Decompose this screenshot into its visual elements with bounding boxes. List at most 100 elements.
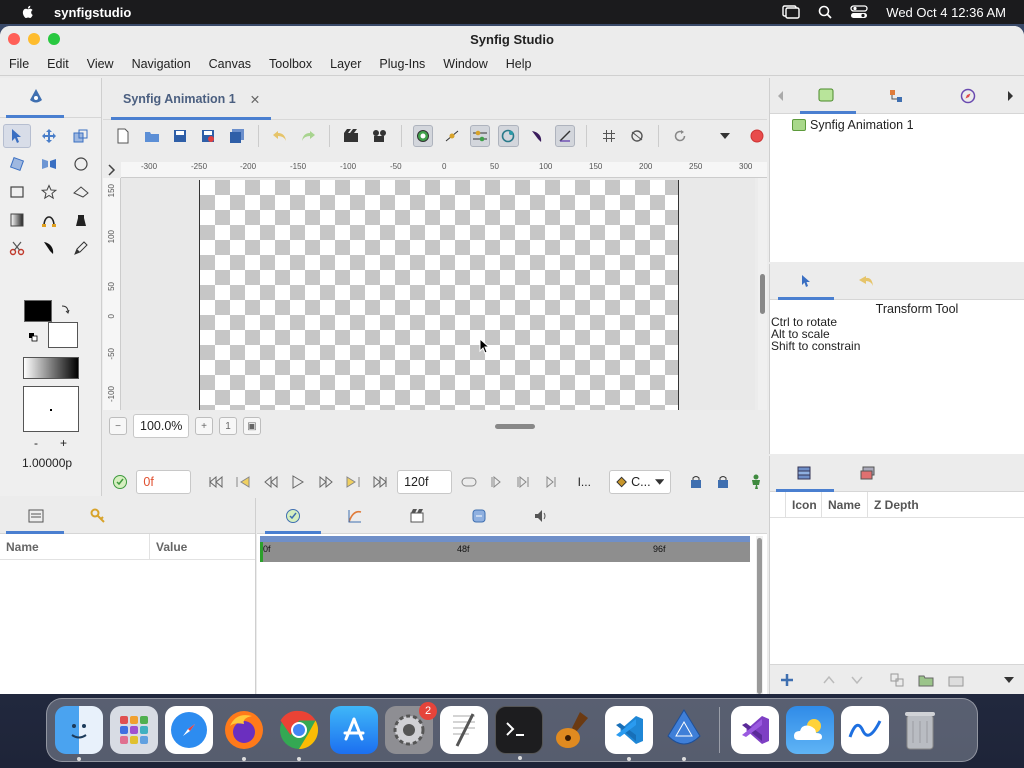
canvas-browser-tab-icon[interactable] <box>818 88 834 102</box>
play-icon[interactable] <box>287 471 308 493</box>
preview-icon[interactable] <box>370 125 390 147</box>
canvas-vertical-scrollbar[interactable] <box>758 178 767 410</box>
speaker-tab-icon[interactable] <box>533 508 549 524</box>
scrollbar-thumb[interactable] <box>757 538 762 694</box>
toggle-grid-icon[interactable] <box>598 125 618 147</box>
more-actions-dropdown-icon[interactable] <box>1004 676 1014 683</box>
save-icon[interactable] <box>170 125 190 147</box>
current-time-field[interactable]: 0f <box>136 470 192 494</box>
lock-past-keyframes-icon[interactable] <box>685 471 706 493</box>
close-document-icon[interactable]: ✕ <box>250 92 260 107</box>
canvas-image-area[interactable] <box>199 180 679 410</box>
screen-mirroring-icon[interactable] <box>782 5 800 19</box>
column-icon[interactable]: Icon <box>786 491 822 518</box>
refresh-icon[interactable] <box>670 125 690 147</box>
next-frame-icon[interactable] <box>315 471 336 493</box>
weather-icon[interactable] <box>786 706 834 754</box>
active-app-name[interactable]: synfigstudio <box>54 5 131 20</box>
trash-icon[interactable] <box>896 706 944 754</box>
menu-canvas[interactable]: Canvas <box>200 57 260 71</box>
menu-view[interactable]: View <box>78 57 123 71</box>
column-value[interactable]: Value <box>150 534 187 560</box>
toggle-onion-skin-icon[interactable] <box>627 125 647 147</box>
encapsulate-layer-icon[interactable] <box>948 673 964 687</box>
star-tool-icon[interactable] <box>35 180 63 204</box>
lock-future-keyframes-icon[interactable] <box>712 471 733 493</box>
firefox-icon[interactable] <box>220 706 268 761</box>
tool-options-tab-icon[interactable] <box>800 274 812 288</box>
navigator-tab-icon[interactable] <box>960 88 976 104</box>
library-tab-icon[interactable] <box>888 88 904 104</box>
sketch-tool-icon[interactable] <box>67 236 95 260</box>
system-settings-icon[interactable]: 2 <box>385 702 437 754</box>
timetrack-tab-icon[interactable] <box>285 508 301 524</box>
seek-begin-icon[interactable] <box>205 471 226 493</box>
loop-icon[interactable] <box>458 471 479 493</box>
outline-color-swatch[interactable] <box>24 300 52 322</box>
brush-size-preview[interactable] <box>23 386 79 432</box>
show-width-ducks-icon[interactable] <box>527 125 547 147</box>
launchpad-icon[interactable] <box>110 706 158 754</box>
save-all-icon[interactable] <box>226 125 246 147</box>
zoom-window-button[interactable] <box>48 33 60 45</box>
zoom-out-button[interactable]: − <box>109 417 127 435</box>
polygon-tool-icon[interactable] <box>67 180 95 204</box>
undo-icon[interactable] <box>270 125 290 147</box>
bounds-mid-icon[interactable] <box>513 471 534 493</box>
draw-tool-icon[interactable] <box>35 236 63 260</box>
control-center-icon[interactable] <box>850 5 868 19</box>
rotate-tool-icon[interactable] <box>3 152 31 176</box>
prev-keyframe-icon[interactable] <box>233 471 254 493</box>
raise-layer-icon[interactable] <box>822 673 836 687</box>
spline-tool-icon[interactable] <box>35 208 63 232</box>
zoom-100-button[interactable]: 1 <box>219 417 237 435</box>
menu-help[interactable]: Help <box>497 57 541 71</box>
toolbox-tab-icon[interactable] <box>28 88 44 106</box>
terminal-icon[interactable] <box>495 706 543 760</box>
scale-tool-icon[interactable] <box>67 124 95 148</box>
library-panel-tab-icon[interactable] <box>471 508 487 524</box>
cutout-tool-icon[interactable] <box>3 236 31 260</box>
canvas-menu-caret-icon[interactable] <box>108 164 116 176</box>
sound-tab-icon[interactable] <box>409 508 425 524</box>
visual-studio-icon[interactable] <box>731 706 779 754</box>
rectangle-tool-icon[interactable] <box>3 180 31 204</box>
transform-tool-icon[interactable] <box>3 124 31 148</box>
render-icon[interactable] <box>341 125 361 147</box>
document-tab[interactable]: Synfig Animation 1 ✕ <box>111 78 272 120</box>
save-as-icon[interactable] <box>198 125 218 147</box>
curves-tab-icon[interactable] <box>347 508 363 524</box>
menubar-clock[interactable]: Wed Oct 4 12:36 AM <box>886 5 1006 20</box>
next-keyframe-icon[interactable] <box>342 471 363 493</box>
close-window-button[interactable] <box>8 33 20 45</box>
default-gradient-swatch[interactable] <box>23 357 79 379</box>
animation-mode-toggle-icon[interactable] <box>746 471 767 493</box>
stop-rendering-icon[interactable] <box>747 125 767 147</box>
scroll-right-icon[interactable] <box>1008 91 1014 101</box>
seek-end-icon[interactable] <box>370 471 391 493</box>
mirror-tool-icon[interactable] <box>35 152 63 176</box>
params-tab-icon[interactable] <box>28 509 44 523</box>
show-position-ducks-icon[interactable] <box>412 125 434 147</box>
menu-file[interactable]: File <box>0 57 38 71</box>
vscode-icon[interactable] <box>605 706 653 761</box>
sets-tab-icon[interactable] <box>860 466 876 480</box>
render-quality-dropdown-icon[interactable] <box>714 125 734 147</box>
menu-plugins[interactable]: Plug-Ins <box>370 57 434 71</box>
scroll-left-icon[interactable] <box>778 91 784 101</box>
freeform-icon[interactable] <box>841 706 889 754</box>
redo-icon[interactable] <box>298 125 318 147</box>
fill-tool-icon[interactable] <box>67 208 95 232</box>
keyframes-tab-icon[interactable] <box>90 508 106 524</box>
reset-colors-icon[interactable] <box>28 332 38 342</box>
open-file-icon[interactable] <box>141 125 161 147</box>
prev-frame-icon[interactable] <box>260 471 281 493</box>
scrollbar-thumb[interactable] <box>760 274 765 314</box>
apple-icon[interactable] <box>20 4 36 20</box>
time-ruler[interactable]: 0f 48f 96f <box>260 536 750 562</box>
chrome-icon[interactable] <box>275 706 323 761</box>
menu-layer[interactable]: Layer <box>321 57 370 71</box>
synfig-icon[interactable] <box>660 706 708 761</box>
gradient-tool-icon[interactable] <box>3 208 31 232</box>
decrease-size-button[interactable]: - <box>34 436 38 450</box>
